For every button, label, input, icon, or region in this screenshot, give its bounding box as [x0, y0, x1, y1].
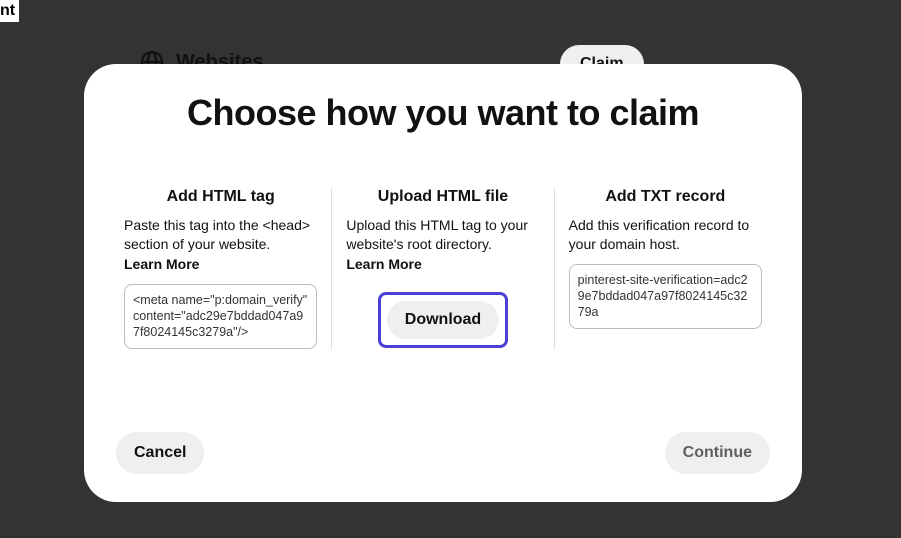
option-title: Add TXT record [569, 188, 762, 206]
continue-button[interactable]: Continue [665, 432, 770, 474]
option-upload-html-file[interactable]: Upload HTML file Upload this HTML tag to… [331, 188, 553, 349]
download-highlight-box: Download [346, 292, 539, 348]
background-cropped-text: nt [0, 0, 19, 22]
option-add-html-tag[interactable]: Add HTML tag Paste this tag into the <he… [110, 188, 331, 349]
download-outline: Download [378, 292, 508, 348]
option-description: Upload this HTML tag to your website's r… [346, 216, 539, 254]
modal-title: Choose how you want to claim [84, 92, 802, 134]
claim-method-modal: Choose how you want to claim Add HTML ta… [84, 64, 802, 502]
learn-more-link[interactable]: Learn More [346, 256, 421, 272]
option-title: Add HTML tag [124, 188, 317, 206]
cancel-button[interactable]: Cancel [116, 432, 204, 474]
option-title: Upload HTML file [346, 188, 539, 206]
option-description: Paste this tag into the <head> section o… [124, 216, 317, 254]
option-add-txt-record[interactable]: Add TXT record Add this verification rec… [554, 188, 776, 349]
option-description: Add this verification record to your dom… [569, 216, 762, 254]
html-tag-code-box[interactable]: <meta name="p:domain_verify" content="ad… [124, 284, 317, 349]
learn-more-link[interactable]: Learn More [124, 256, 199, 272]
download-button[interactable]: Download [387, 301, 499, 339]
modal-footer: Cancel Continue [84, 432, 802, 474]
txt-record-code-box[interactable]: pinterest-site-verification=adc29e7bddad… [569, 264, 762, 329]
claim-options-columns: Add HTML tag Paste this tag into the <he… [84, 188, 802, 349]
